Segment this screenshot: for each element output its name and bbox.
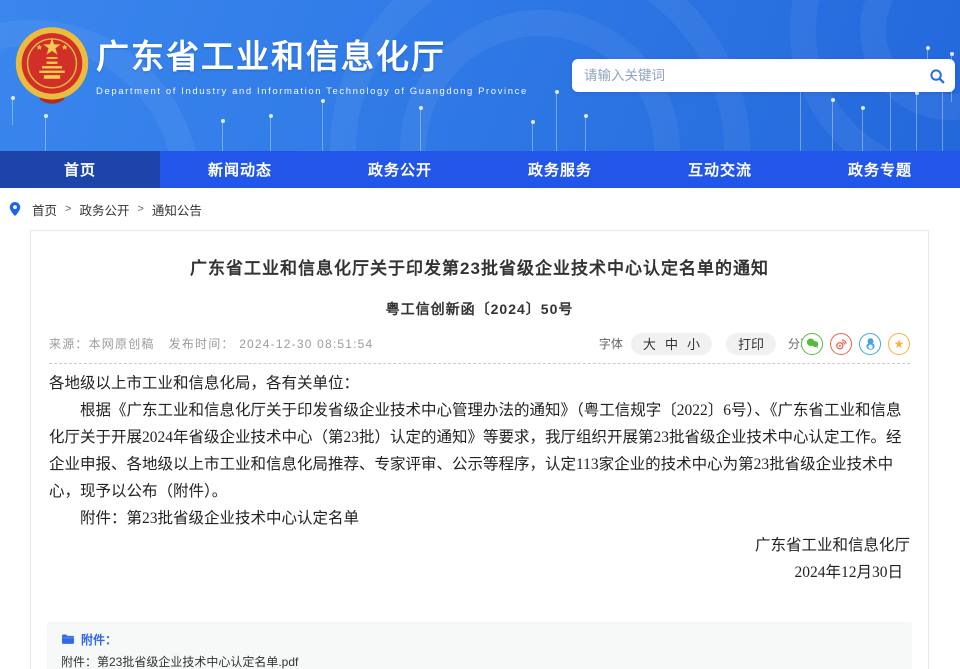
document-number: 粤工信创新函〔2024〕50号 (31, 299, 928, 319)
font-size-medium-button[interactable]: 中 (665, 334, 678, 353)
site-brand: 广东省工业和信息化厅 Department of Industry and In… (14, 24, 528, 110)
attachment-reference-line: 附件：第23批省级企业技术中心认定名单 (49, 505, 910, 532)
breadcrumb-gov-disclosure[interactable]: 政务公开 (79, 200, 129, 219)
print-button[interactable]: 打印 (726, 333, 776, 355)
nav-item-interaction[interactable]: 互动交流 (640, 151, 800, 188)
site-header: 广东省工业和信息化厅 Department of Industry and In… (0, 0, 960, 151)
nav-item-gov-disclosure[interactable]: 政务公开 (320, 151, 480, 188)
folder-icon (61, 633, 75, 645)
weibo-share-icon[interactable] (830, 333, 852, 355)
nav-item-news[interactable]: 新闻动态 (160, 151, 320, 188)
nav-item-special-topics[interactable]: 政务专题 (800, 151, 960, 188)
font-size-label: 字体 (599, 335, 623, 352)
search-input[interactable] (572, 68, 919, 83)
nav-item-gov-services[interactable]: 政务服务 (480, 151, 640, 188)
salutation-line: 各地级以上市工业和信息化局，各有关单位： (49, 370, 910, 397)
attachment-box: 附件： 附件：第23批省级企业技术中心认定名单.pdf (47, 622, 912, 669)
page: 广东省工业和信息化厅 Department of Industry and In… (0, 0, 960, 669)
national-emblem-logo (14, 24, 90, 110)
article-body: 各地级以上市工业和信息化局，各有关单位： 根据《广东工业和信息化厅关于印发省级企… (31, 364, 928, 586)
site-subtitle: Department of Industry and Information T… (96, 86, 528, 97)
font-size-large-button[interactable]: 大 (643, 334, 656, 353)
qq-share-icon[interactable] (859, 333, 881, 355)
attachment-label: 附件： (81, 631, 117, 648)
location-pin-icon (8, 201, 22, 217)
breadcrumb-notices[interactable]: 通知公告 (152, 200, 202, 219)
breadcrumb: 首页 > 政务公开 > 通知公告 (0, 188, 960, 230)
article-container: 广东省工业和信息化厅关于印发第23批省级企业技术中心认定名单的通知 粤工信创新函… (30, 230, 929, 669)
share-icons: ★ (801, 333, 910, 355)
site-title: 广东省工业和信息化厅 (96, 37, 528, 77)
article-meta-right: 字体 大 中 小 打印 分享 (599, 333, 910, 355)
attachment-file-link[interactable]: 附件：第23批省级企业技术中心认定名单.pdf (61, 653, 898, 669)
breadcrumb-separator: > (65, 203, 71, 215)
source-field: 来源：本网原创稿 (49, 335, 155, 352)
article-meta-row: 来源：本网原创稿 发布时间： 2024-12-30 08:51:54 字体 大 … (31, 332, 928, 356)
wechat-share-icon[interactable] (801, 333, 823, 355)
font-size-small-button[interactable]: 小 (687, 334, 700, 353)
article-title: 广东省工业和信息化厅关于印发第23批省级企业技术中心认定名单的通知 (31, 257, 928, 282)
signature-line: 广东省工业和信息化厅 (49, 532, 910, 559)
body-paragraph: 根据《广东工业和信息化厅关于印发省级企业技术中心管理办法的通知》（粤工信规字〔2… (49, 397, 910, 505)
publish-time-field: 发布时间： 2024-12-30 08:51:54 (169, 335, 374, 352)
main-nav: 首页 新闻动态 政务公开 政务服务 互动交流 政务专题 (0, 151, 960, 188)
brand-text: 广东省工业和信息化厅 Department of Industry and In… (96, 37, 528, 97)
favorite-star-icon[interactable]: ★ (888, 333, 910, 355)
article-meta-left: 来源：本网原创稿 发布时间： 2024-12-30 08:51:54 (49, 335, 373, 352)
breadcrumb-home[interactable]: 首页 (32, 200, 57, 219)
font-size-switcher: 大 中 小 (631, 333, 712, 355)
search-button[interactable] (919, 59, 955, 92)
search-icon (928, 67, 946, 85)
attachment-label-row: 附件： (61, 631, 898, 648)
breadcrumb-separator: > (137, 203, 143, 215)
search-box (572, 59, 955, 92)
nav-item-home[interactable]: 首页 (0, 151, 160, 188)
date-line: 2024年12月30日 (49, 559, 910, 586)
